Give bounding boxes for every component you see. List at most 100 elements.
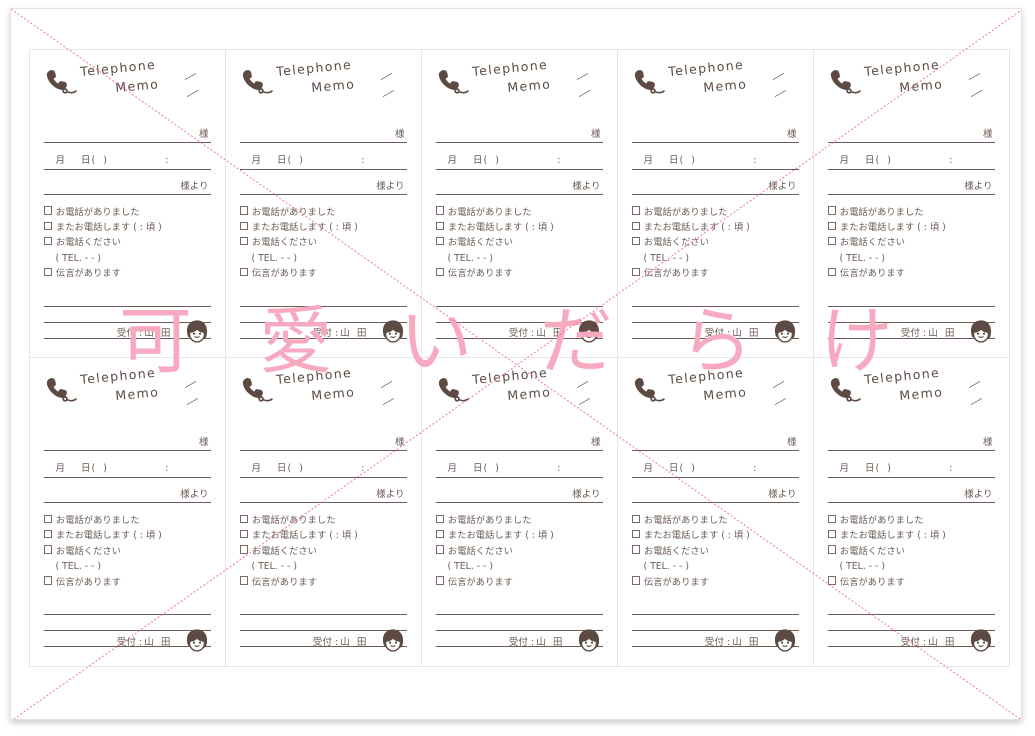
tel-number-field[interactable]: ( TEL. - - )	[436, 559, 603, 574]
recipient-field[interactable]: 様	[435, 420, 603, 451]
checkbox-row-please-call[interactable]: お電話ください	[239, 544, 407, 559]
date-time-field[interactable]: 月 日 ( ) :	[631, 451, 799, 478]
checkbox-row-please-call[interactable]: お電話ください	[43, 544, 211, 559]
recipient-field[interactable]: 様	[43, 112, 211, 143]
memo-line-1[interactable]	[435, 291, 603, 307]
checkbox-icon-please-call[interactable]	[43, 545, 52, 554]
checkbox-row-called[interactable]: お電話がありました	[631, 513, 799, 528]
recipient-field[interactable]: 様	[827, 112, 995, 143]
checkbox-icon-please-call[interactable]	[435, 545, 444, 554]
caller-field[interactable]: 様より	[827, 478, 995, 503]
memo-line-1[interactable]	[435, 599, 603, 616]
checkbox-row-message[interactable]: 伝言があります	[631, 266, 799, 281]
checkbox-row-please-call[interactable]: お電話ください	[435, 235, 603, 250]
checkbox-row-call-again[interactable]: またお電話します ( : 頃 )	[435, 528, 603, 543]
tel-number-field[interactable]: ( TEL. - - )	[240, 251, 407, 266]
checkbox-icon-called[interactable]	[631, 206, 640, 215]
checkbox-row-call-again[interactable]: またお電話します ( : 頃 )	[827, 528, 995, 543]
checkbox-row-message[interactable]: 伝言があります	[239, 266, 407, 281]
checkbox-row-message[interactable]: 伝言があります	[631, 575, 799, 590]
tel-number-field[interactable]: ( TEL. - - )	[632, 559, 799, 574]
checkbox-row-message[interactable]: 伝言があります	[827, 266, 995, 281]
memo-line-1[interactable]	[239, 599, 407, 616]
checkbox-icon-called[interactable]	[827, 514, 836, 523]
checkbox-row-called[interactable]: お電話がありました	[631, 205, 799, 220]
checkbox-icon-message[interactable]	[631, 267, 640, 277]
checkbox-icon-message[interactable]	[239, 576, 248, 585]
checkbox-icon-message[interactable]	[827, 576, 836, 585]
checkbox-icon-call-again[interactable]	[631, 530, 640, 539]
checkbox-icon-call-again[interactable]	[631, 221, 640, 230]
checkbox-row-message[interactable]: 伝言があります	[435, 266, 603, 281]
checkbox-icon-message[interactable]	[239, 267, 248, 277]
checkbox-row-call-again[interactable]: またお電話します ( : 頃 )	[827, 220, 995, 235]
checkbox-icon-please-call[interactable]	[631, 236, 640, 246]
checkbox-icon-called[interactable]	[239, 206, 248, 215]
tel-number-field[interactable]: ( TEL. - - )	[44, 559, 211, 574]
caller-field[interactable]: 様より	[435, 170, 603, 195]
recipient-field[interactable]: 様	[239, 112, 407, 143]
memo-line-1[interactable]	[631, 599, 799, 616]
checkbox-icon-message[interactable]	[43, 576, 52, 585]
memo-line-1[interactable]	[827, 599, 995, 616]
checkbox-row-called[interactable]: お電話がありました	[43, 205, 211, 220]
date-time-field[interactable]: 月 日 ( ) :	[631, 143, 799, 170]
checkbox-row-called[interactable]: お電話がありました	[827, 205, 995, 220]
checkbox-row-please-call[interactable]: お電話ください	[631, 235, 799, 250]
checkbox-row-message[interactable]: 伝言があります	[827, 575, 995, 590]
date-time-field[interactable]: 月 日 ( ) :	[827, 143, 995, 170]
checkbox-icon-message[interactable]	[435, 576, 444, 585]
checkbox-row-message[interactable]: 伝言があります	[435, 575, 603, 590]
checkbox-row-called[interactable]: お電話がありました	[239, 513, 407, 528]
checkbox-row-message[interactable]: 伝言があります	[43, 266, 211, 281]
checkbox-icon-message[interactable]	[43, 267, 52, 277]
checkbox-icon-called[interactable]	[435, 206, 444, 215]
caller-field[interactable]: 様より	[239, 170, 407, 195]
checkbox-icon-called[interactable]	[435, 514, 444, 523]
checkbox-icon-called[interactable]	[631, 514, 640, 523]
checkbox-row-call-again[interactable]: またお電話します ( : 頃 )	[43, 528, 211, 543]
date-time-field[interactable]: 月 日 ( ) :	[43, 451, 211, 478]
checkbox-icon-message[interactable]	[435, 267, 444, 277]
tel-number-field[interactable]: ( TEL. - - )	[436, 251, 603, 266]
checkbox-row-please-call[interactable]: お電話ください	[631, 544, 799, 559]
checkbox-icon-called[interactable]	[43, 206, 52, 215]
checkbox-row-message[interactable]: 伝言があります	[239, 575, 407, 590]
caller-field[interactable]: 様より	[827, 170, 995, 195]
date-time-field[interactable]: 月 日 ( ) :	[239, 143, 407, 170]
checkbox-icon-message[interactable]	[827, 267, 836, 277]
caller-field[interactable]: 様より	[631, 170, 799, 195]
memo-line-1[interactable]	[43, 599, 211, 616]
checkbox-row-call-again[interactable]: またお電話します ( : 頃 )	[631, 528, 799, 543]
checkbox-row-message[interactable]: 伝言があります	[43, 575, 211, 590]
checkbox-icon-message[interactable]	[631, 576, 640, 585]
checkbox-icon-call-again[interactable]	[239, 221, 248, 230]
checkbox-row-call-again[interactable]: またお電話します ( : 頃 )	[239, 528, 407, 543]
checkbox-icon-called[interactable]	[239, 514, 248, 523]
tel-number-field[interactable]: ( TEL. - - )	[240, 559, 407, 574]
checkbox-icon-call-again[interactable]	[435, 530, 444, 539]
checkbox-icon-call-again[interactable]	[827, 221, 836, 230]
memo-line-1[interactable]	[239, 291, 407, 307]
checkbox-row-called[interactable]: お電話がありました	[43, 513, 211, 528]
checkbox-row-please-call[interactable]: お電話ください	[827, 235, 995, 250]
checkbox-row-call-again[interactable]: またお電話します ( : 頃 )	[435, 220, 603, 235]
caller-field[interactable]: 様より	[43, 478, 211, 503]
checkbox-icon-please-call[interactable]	[827, 545, 836, 554]
checkbox-icon-please-call[interactable]	[239, 236, 248, 246]
checkbox-row-please-call[interactable]: お電話ください	[43, 235, 211, 250]
recipient-field[interactable]: 様	[239, 420, 407, 451]
checkbox-row-please-call[interactable]: お電話ください	[239, 235, 407, 250]
checkbox-row-called[interactable]: お電話がありました	[239, 205, 407, 220]
memo-line-1[interactable]	[43, 291, 211, 307]
checkbox-icon-call-again[interactable]	[43, 221, 52, 230]
checkbox-row-called[interactable]: お電話がありました	[827, 513, 995, 528]
checkbox-icon-please-call[interactable]	[827, 236, 836, 246]
caller-field[interactable]: 様より	[43, 170, 211, 195]
checkbox-icon-call-again[interactable]	[827, 530, 836, 539]
date-time-field[interactable]: 月 日 ( ) :	[435, 451, 603, 478]
checkbox-icon-please-call[interactable]	[435, 236, 444, 246]
checkbox-icon-called[interactable]	[827, 206, 836, 215]
caller-field[interactable]: 様より	[239, 478, 407, 503]
checkbox-icon-please-call[interactable]	[631, 545, 640, 554]
